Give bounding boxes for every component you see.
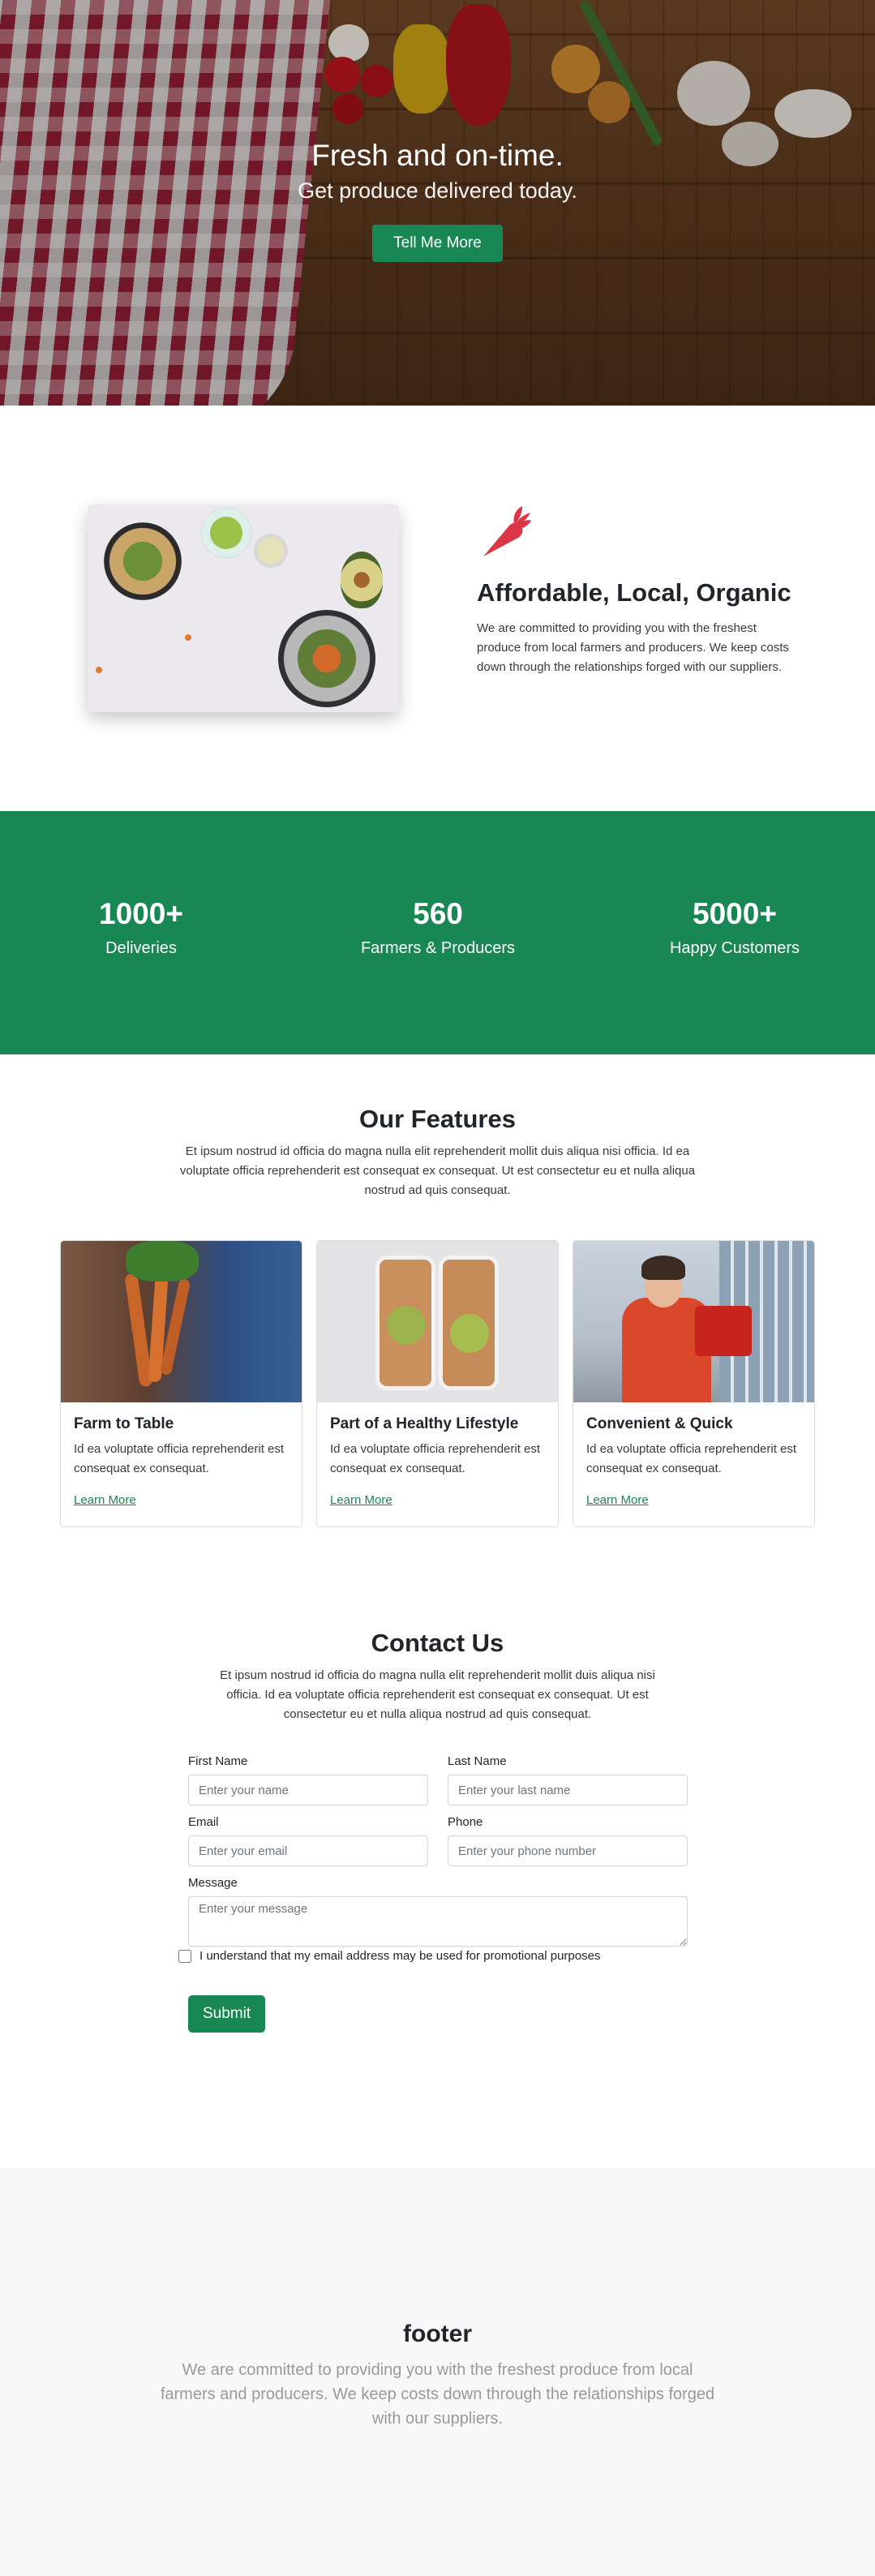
stat-value: 5000+ — [693, 897, 777, 930]
features-title: Our Features — [359, 1105, 516, 1133]
footer-text: We are committed to providing you with t… — [160, 2361, 715, 2428]
bowl-image — [104, 522, 182, 600]
message-label: Message — [188, 1876, 238, 1890]
stat-customers: 5000+ Happy Customers — [613, 897, 856, 958]
feature-card-healthy-lifestyle: Part of a Healthy Lifestyle Id ea volupt… — [316, 1240, 559, 1527]
about-body: We are committed to providing you with t… — [477, 621, 789, 674]
email-input[interactable] — [188, 1835, 428, 1866]
feature-card-farm-to-table: Farm to Table Id ea voluptate officia re… — [60, 1240, 302, 1527]
spice-image — [96, 667, 102, 673]
about-text: Affordable, Local, Organic We are commit… — [477, 504, 793, 677]
card-text: Id ea voluptate officia reprehenderit es… — [330, 1442, 541, 1475]
spice-image — [185, 634, 191, 641]
bowl-image — [278, 610, 375, 707]
stat-label: Farmers & Producers — [360, 939, 516, 957]
card-title: Convenient & Quick — [586, 1415, 733, 1432]
contact-intro: Et ipsum nostrud id officia do magna nul… — [220, 1668, 655, 1721]
about-section: Affordable, Local, Organic We are commit… — [0, 406, 875, 811]
hero-subtitle: Get produce delivered today. — [298, 178, 577, 203]
consent-checkbox[interactable] — [178, 1949, 191, 1963]
stat-deliveries: 1000+ Deliveries — [19, 897, 263, 958]
card-text: Id ea voluptate officia reprehenderit es… — [586, 1442, 797, 1475]
carrots-image — [61, 1241, 302, 1402]
email-label: Email — [188, 1815, 219, 1829]
stat-value: 1000+ — [99, 897, 183, 930]
consent-label: I understand that my email address may b… — [199, 1949, 601, 1963]
learn-more-link[interactable]: Learn More — [74, 1493, 136, 1507]
footer-title: footer — [403, 2321, 472, 2347]
learn-more-link[interactable]: Learn More — [586, 1493, 649, 1507]
consent-checkbox-row[interactable]: I understand that my email address may b… — [178, 1949, 600, 1963]
first-name-input[interactable] — [188, 1775, 428, 1805]
card-title: Farm to Table — [74, 1415, 174, 1432]
hero-section: Fresh and on-time. Get produce delivered… — [0, 0, 875, 406]
carrot-icon — [483, 506, 531, 556]
stat-value: 560 — [413, 897, 463, 930]
contact-form: First Name Last Name Email Phone Message — [188, 1754, 688, 1960]
stat-farmers: 560 Farmers & Producers — [316, 897, 560, 958]
avocado-image — [341, 552, 383, 608]
delivery-person-image — [573, 1241, 814, 1402]
hero-title: Fresh and on-time. — [311, 139, 564, 172]
phone-input[interactable] — [448, 1835, 688, 1866]
footer: footer We are committed to providing you… — [0, 2168, 875, 2576]
hero-content: Fresh and on-time. Get produce delivered… — [0, 138, 875, 262]
features-intro: Et ipsum nostrud id officia do magna nul… — [179, 1144, 696, 1197]
meal-prep-image — [317, 1241, 558, 1402]
card-title: Part of a Healthy Lifestyle — [330, 1415, 519, 1432]
contact-section: Contact Us Et ipsum nostrud id officia d… — [0, 1574, 875, 2168]
bowl-image — [201, 508, 251, 558]
stat-label: Happy Customers — [669, 939, 800, 957]
last-name-label: Last Name — [448, 1754, 507, 1768]
stats-section: 1000+ Deliveries 560 Farmers & Producers… — [0, 811, 875, 1054]
salad-bowls-image — [88, 504, 399, 712]
message-textarea[interactable] — [188, 1896, 688, 1947]
tell-me-more-button[interactable]: Tell Me More — [372, 225, 503, 262]
phone-label: Phone — [448, 1815, 483, 1829]
learn-more-link[interactable]: Learn More — [330, 1493, 392, 1507]
last-name-input[interactable] — [448, 1775, 688, 1805]
contact-title: Contact Us — [371, 1629, 504, 1657]
submit-button[interactable]: Submit — [188, 1995, 266, 2033]
glass-image — [254, 534, 288, 568]
about-title: Affordable, Local, Organic — [477, 578, 791, 607]
card-text: Id ea voluptate officia reprehenderit es… — [74, 1442, 285, 1475]
stat-label: Deliveries — [105, 939, 177, 957]
first-name-label: First Name — [188, 1754, 248, 1768]
feature-card-convenient-quick: Convenient & Quick Id ea voluptate offic… — [573, 1240, 815, 1527]
feature-cards: Farm to Table Id ea voluptate officia re… — [60, 1240, 816, 1527]
features-section: Our Features Et ipsum nostrud id officia… — [0, 1054, 875, 1574]
